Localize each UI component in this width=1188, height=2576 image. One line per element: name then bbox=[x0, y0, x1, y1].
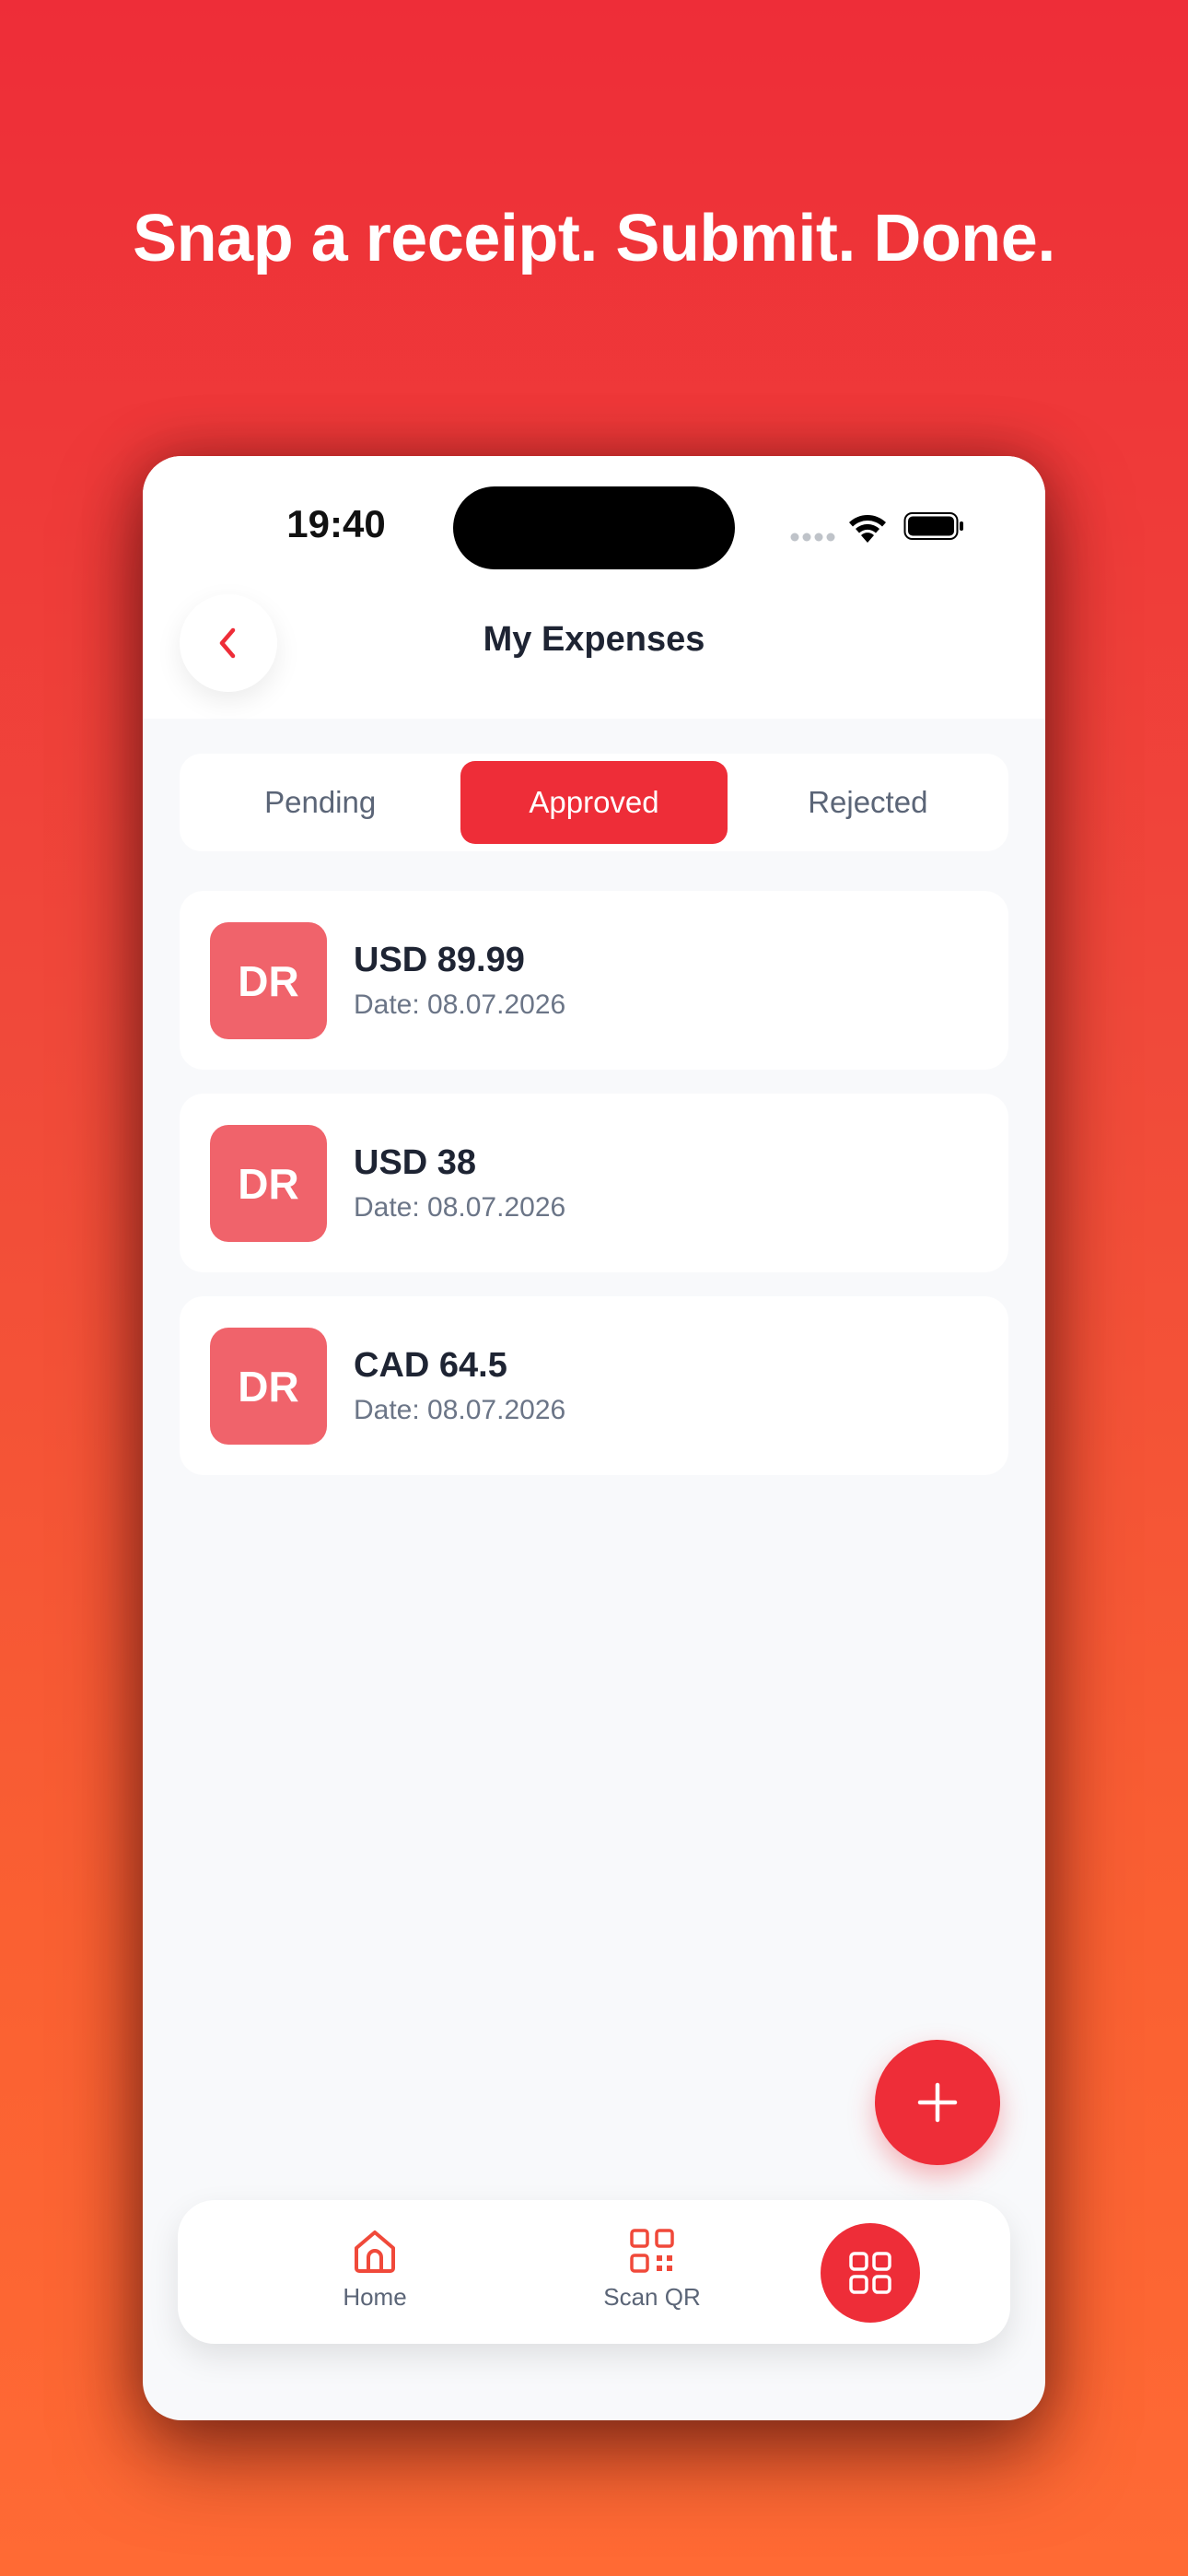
headline: Snap a receipt. Submit. Done. bbox=[133, 202, 1055, 275]
qr-code-icon bbox=[630, 2229, 674, 2273]
avatar: DR bbox=[210, 922, 327, 1039]
expense-card[interactable]: DR USD 38 Date: 08.07.2026 bbox=[180, 1094, 1008, 1272]
phone-screen: 19:40 My Expenses Pending Approved Rejec… bbox=[143, 456, 1045, 2420]
nav-scan-qr[interactable]: Scan QR bbox=[560, 2228, 744, 2312]
expense-date: Date: 08.07.2026 bbox=[354, 989, 566, 1020]
grid-icon bbox=[849, 2252, 891, 2294]
avatar: DR bbox=[210, 1328, 327, 1445]
page-title: My Expenses bbox=[483, 620, 705, 659]
dynamic-island bbox=[453, 486, 735, 569]
app-header: 19:40 My Expenses bbox=[143, 456, 1045, 719]
expense-card[interactable]: DR CAD 64.5 Date: 08.07.2026 bbox=[180, 1296, 1008, 1475]
add-expense-button[interactable] bbox=[875, 2040, 1000, 2165]
expense-amount: USD 89.99 bbox=[354, 941, 525, 979]
status-tabs: Pending Approved Rejected bbox=[180, 754, 1008, 851]
expense-card[interactable]: DR USD 89.99 Date: 08.07.2026 bbox=[180, 891, 1008, 1070]
bottom-nav: Home Scan QR bbox=[178, 2200, 1010, 2344]
expense-date: Date: 08.07.2026 bbox=[354, 1395, 566, 1425]
avatar: DR bbox=[210, 1125, 327, 1242]
menu-grid-button[interactable] bbox=[821, 2223, 920, 2323]
nav-scan-qr-label: Scan QR bbox=[603, 2283, 701, 2311]
tab-pending[interactable]: Pending bbox=[187, 761, 453, 844]
cellular-signal-icon bbox=[790, 533, 835, 542]
nav-home[interactable]: Home bbox=[283, 2228, 467, 2312]
expense-amount: CAD 64.5 bbox=[354, 1346, 507, 1385]
home-icon bbox=[355, 2231, 395, 2273]
tab-approved[interactable]: Approved bbox=[460, 761, 728, 844]
status-time: 19:40 bbox=[286, 502, 386, 545]
battery-icon bbox=[903, 512, 963, 540]
tab-rejected[interactable]: Rejected bbox=[735, 761, 1001, 844]
expense-amount: USD 38 bbox=[354, 1143, 477, 1182]
nav-home-label: Home bbox=[343, 2283, 407, 2311]
expense-date: Date: 08.07.2026 bbox=[354, 1192, 566, 1223]
wifi-icon bbox=[849, 515, 886, 543]
plus-icon bbox=[917, 2082, 958, 2123]
